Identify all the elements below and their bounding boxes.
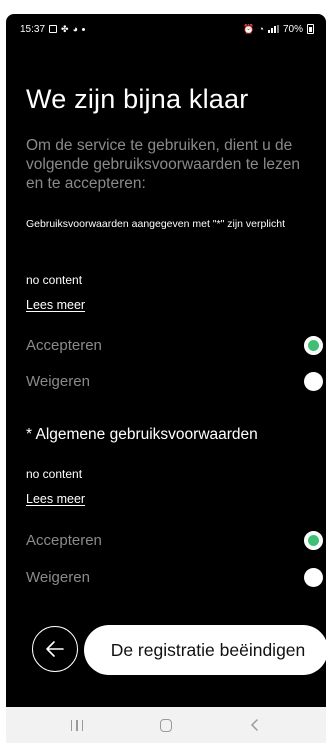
page-title: We zijn bijna klaar bbox=[26, 84, 249, 114]
system-navigation-bar bbox=[6, 707, 326, 743]
recents-icon[interactable] bbox=[70, 719, 84, 731]
alarm-icon: ⏰ bbox=[243, 23, 255, 34]
battery-icon bbox=[307, 24, 314, 34]
back-chevron-icon[interactable] bbox=[249, 718, 261, 732]
decline-option-label[interactable]: Weigeren bbox=[26, 569, 90, 586]
terms-content: no content bbox=[26, 467, 83, 481]
read-more-link[interactable]: Lees meer bbox=[26, 298, 85, 312]
home-icon[interactable] bbox=[160, 718, 173, 732]
terms-content: no content bbox=[26, 273, 83, 287]
settings-notification-icon: ✤ bbox=[61, 23, 69, 34]
accept-radio[interactable] bbox=[304, 531, 323, 550]
accept-radio[interactable] bbox=[304, 336, 323, 355]
accept-option-label[interactable]: Accepteren bbox=[26, 532, 102, 549]
end-registration-button[interactable]: De registratie beëindigen bbox=[84, 625, 326, 675]
decline-option-label[interactable]: Weigeren bbox=[26, 373, 90, 390]
gallery-icon bbox=[49, 25, 58, 33]
app-screen: 15:37 ✤ ◕ ⏰ ◔ 70% We zijn bijna klaar Om… bbox=[6, 14, 326, 743]
battery-level: 70% bbox=[282, 23, 303, 35]
more-notifications-icon bbox=[82, 27, 86, 31]
status-time: 15:37 bbox=[20, 23, 46, 35]
accept-option-label[interactable]: Accepteren bbox=[26, 337, 102, 354]
status-bar: 15:37 ✤ ◕ ⏰ ◔ 70% bbox=[6, 14, 326, 44]
intro-text: Om de service te gebruiken, dient u de v… bbox=[26, 137, 301, 192]
messenger-icon: ◕ bbox=[72, 24, 79, 34]
section-heading: * Algemene gebruiksvoorwaarden bbox=[26, 426, 258, 443]
decline-radio[interactable] bbox=[304, 372, 323, 391]
signal-icon bbox=[267, 25, 279, 33]
back-button[interactable] bbox=[32, 626, 78, 672]
required-note: Gebruiksvoorwaarden aangegeven met "*" z… bbox=[26, 218, 286, 230]
decline-radio[interactable] bbox=[304, 568, 323, 587]
wifi-icon: ◔ bbox=[258, 24, 264, 34]
read-more-link[interactable]: Lees meer bbox=[26, 492, 85, 506]
arrow-left-icon bbox=[46, 641, 64, 657]
